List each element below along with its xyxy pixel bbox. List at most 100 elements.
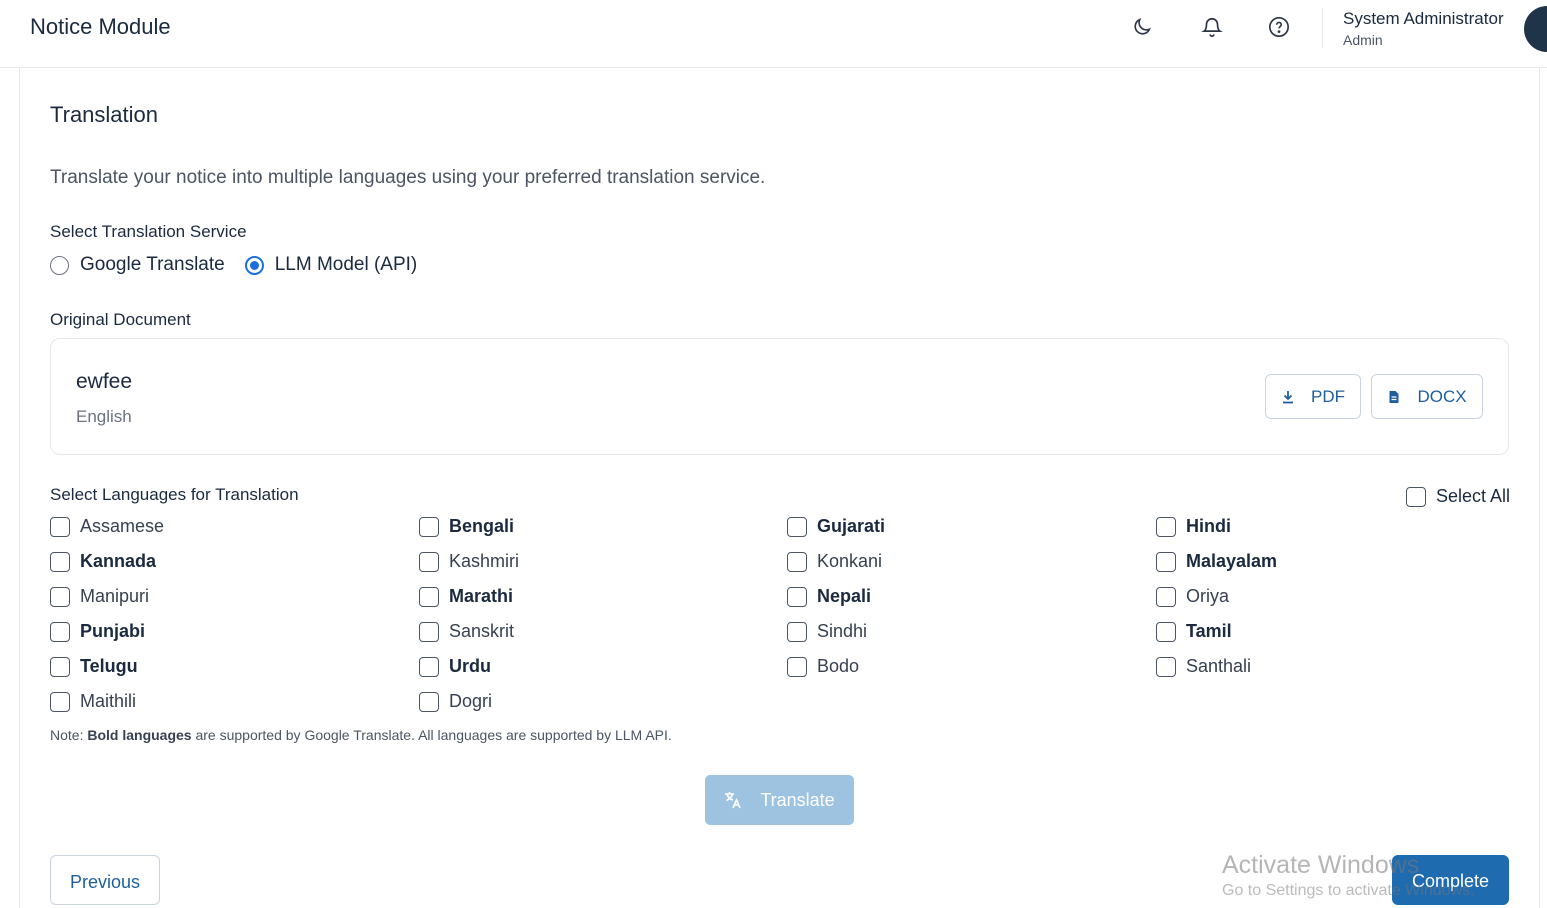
select-all-label[interactable]: Select All: [1436, 486, 1510, 507]
language-label[interactable]: Bodo: [817, 656, 859, 677]
llm-model-label[interactable]: LLM Model (API): [275, 254, 418, 276]
language-label[interactable]: Kashmiri: [449, 551, 519, 572]
checkbox[interactable]: [419, 656, 439, 677]
note-suffix: are supported by Google Translate. All l…: [191, 727, 672, 743]
checkbox[interactable]: [1406, 486, 1426, 507]
checkbox[interactable]: [1156, 551, 1176, 572]
checkbox[interactable]: [50, 656, 70, 677]
language-option-maithili[interactable]: Maithili: [50, 691, 136, 712]
translate-button[interactable]: Translate: [705, 775, 854, 825]
checkbox[interactable]: [787, 551, 807, 572]
language-option-gujarati[interactable]: Gujarati: [787, 516, 885, 537]
language-label[interactable]: Gujarati: [817, 516, 885, 537]
checkbox[interactable]: [50, 691, 70, 712]
language-label[interactable]: Kannada: [80, 551, 156, 572]
language-label[interactable]: Sindhi: [817, 621, 867, 642]
checkbox[interactable]: [50, 586, 70, 607]
checkbox[interactable]: [1156, 656, 1176, 677]
download-pdf-button[interactable]: PDF: [1265, 374, 1361, 419]
avatar[interactable]: [1524, 6, 1547, 52]
language-option-kannada[interactable]: Kannada: [50, 551, 156, 572]
section-title: Translation: [50, 102, 159, 127]
language-option-santhali[interactable]: Santhali: [1156, 656, 1251, 677]
google-translate-radio[interactable]: [50, 255, 69, 275]
language-label[interactable]: Manipuri: [80, 586, 149, 607]
google-translate-label[interactable]: Google Translate: [80, 254, 225, 276]
help-circle-icon[interactable]: [1266, 14, 1292, 40]
download-docx-button[interactable]: DOCX: [1371, 374, 1483, 419]
checkbox[interactable]: [50, 551, 70, 572]
document-name: ewfee: [76, 370, 133, 393]
checkbox[interactable]: [419, 691, 439, 712]
language-option-konkani[interactable]: Konkani: [787, 551, 882, 572]
checkbox[interactable]: [787, 516, 807, 537]
language-label[interactable]: Tamil: [1186, 621, 1232, 642]
language-option-telugu[interactable]: Telugu: [50, 656, 138, 677]
service-label: Select Translation Service: [50, 222, 247, 241]
language-label[interactable]: Telugu: [80, 656, 138, 677]
document-language: English: [76, 407, 132, 426]
language-option-assamese[interactable]: Assamese: [50, 516, 164, 537]
language-label[interactable]: Oriya: [1186, 586, 1229, 607]
language-label[interactable]: Hindi: [1186, 516, 1231, 537]
original-document-label: Original Document: [50, 310, 191, 329]
translate-label: Translate: [760, 789, 835, 810]
language-option-dogri[interactable]: Dogri: [419, 691, 492, 712]
checkbox[interactable]: [787, 656, 807, 677]
moon-icon[interactable]: [1129, 14, 1155, 40]
checkbox[interactable]: [419, 621, 439, 642]
note-text: Note: Bold languages are supported by Go…: [50, 727, 672, 743]
language-option-punjabi[interactable]: Punjabi: [50, 621, 145, 642]
language-option-marathi[interactable]: Marathi: [419, 586, 513, 607]
language-label[interactable]: Konkani: [817, 551, 882, 572]
select-all-checkbox[interactable]: Select All: [1406, 486, 1510, 507]
languages-label: Select Languages for Translation: [50, 485, 299, 504]
header-divider: [1322, 8, 1323, 48]
top-bar: Notice Module System Administrator Admin: [0, 0, 1547, 68]
language-label[interactable]: Nepali: [817, 586, 871, 607]
language-label[interactable]: Malayalam: [1186, 551, 1277, 572]
language-option-kashmiri[interactable]: Kashmiri: [419, 551, 519, 572]
llm-model-radio[interactable]: [244, 255, 264, 275]
checkbox[interactable]: [787, 586, 807, 607]
language-option-hindi[interactable]: Hindi: [1156, 516, 1231, 537]
language-option-malayalam[interactable]: Malayalam: [1156, 551, 1277, 572]
note-bold: Bold languages: [87, 727, 192, 743]
language-label[interactable]: Marathi: [449, 586, 513, 607]
checkbox[interactable]: [1156, 516, 1176, 537]
language-option-bodo[interactable]: Bodo: [787, 656, 859, 677]
translate-icon: [725, 792, 742, 809]
pdf-label: PDF: [1311, 386, 1345, 406]
language-label[interactable]: Bengali: [449, 516, 514, 537]
language-label[interactable]: Santhali: [1186, 656, 1251, 677]
language-option-urdu[interactable]: Urdu: [419, 656, 491, 677]
language-option-nepali[interactable]: Nepali: [787, 586, 871, 607]
language-label[interactable]: Dogri: [449, 691, 492, 712]
checkbox[interactable]: [50, 516, 70, 537]
checkbox[interactable]: [419, 586, 439, 607]
checkbox[interactable]: [787, 621, 807, 642]
previous-button[interactable]: Previous: [50, 855, 160, 905]
language-label[interactable]: Punjabi: [80, 621, 145, 642]
service-radio-group: Google Translate LLM Model (API): [50, 254, 437, 276]
checkbox[interactable]: [419, 551, 439, 572]
document-icon: [1389, 390, 1399, 403]
checkbox[interactable]: [419, 516, 439, 537]
bell-icon[interactable]: [1199, 14, 1225, 40]
language-label[interactable]: Urdu: [449, 656, 491, 677]
checkbox[interactable]: [50, 621, 70, 642]
language-option-tamil[interactable]: Tamil: [1156, 621, 1232, 642]
app-title: Notice Module: [30, 14, 171, 39]
checkbox[interactable]: [1156, 621, 1176, 642]
language-option-manipuri[interactable]: Manipuri: [50, 586, 149, 607]
checkbox[interactable]: [1156, 586, 1176, 607]
docx-label: DOCX: [1417, 386, 1467, 406]
language-option-sanskrit[interactable]: Sanskrit: [419, 621, 514, 642]
user-name: System Administrator: [1343, 9, 1504, 28]
language-label[interactable]: Sanskrit: [449, 621, 514, 642]
language-label[interactable]: Assamese: [80, 516, 164, 537]
language-option-sindhi[interactable]: Sindhi: [787, 621, 867, 642]
language-label[interactable]: Maithili: [80, 691, 136, 712]
language-option-bengali[interactable]: Bengali: [419, 516, 514, 537]
language-option-oriya[interactable]: Oriya: [1156, 586, 1229, 607]
